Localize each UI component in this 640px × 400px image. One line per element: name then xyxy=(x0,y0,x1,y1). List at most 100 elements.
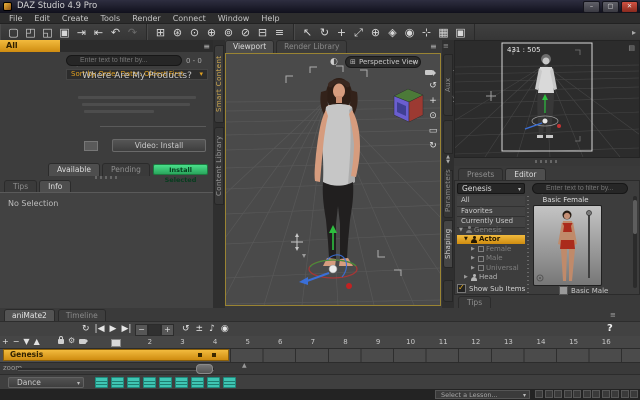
tree-item-genesis[interactable]: ▼ Genesis xyxy=(457,225,525,235)
frame-camera-icon[interactable]: ▭ xyxy=(429,127,438,136)
lesson-page-button[interactable] xyxy=(611,390,619,398)
maximize-button[interactable]: ▢ xyxy=(602,1,619,13)
delete-track-icon[interactable]: − xyxy=(13,337,20,347)
drawstyle-icon[interactable]: ◐ xyxy=(330,57,338,67)
tree-expand-icon[interactable]: ▼ xyxy=(464,236,469,242)
refresh-icon[interactable]: ↺ xyxy=(182,323,190,336)
aniblock[interactable] xyxy=(111,377,124,388)
tree-item-actor[interactable]: ▼ Actor xyxy=(457,234,525,244)
lesson-page-button[interactable] xyxy=(630,390,638,398)
tree-expand-icon[interactable]: ▼ xyxy=(459,227,464,233)
dock-splitter[interactable] xyxy=(454,158,640,166)
create-camera-icon[interactable]: ⊞ xyxy=(152,25,169,40)
add-track-icon[interactable]: + xyxy=(2,337,9,347)
tree-expand-icon[interactable]: ▶ xyxy=(471,246,476,252)
column-splitter[interactable] xyxy=(527,196,529,296)
lesson-page-button[interactable] xyxy=(573,390,581,398)
rotate-tool-icon[interactable]: ↻ xyxy=(316,25,333,40)
tab-all[interactable]: All xyxy=(0,40,60,52)
dock-tab-parameters[interactable]: Parameters xyxy=(443,169,453,218)
toolbar-overflow-icon[interactable]: ▸ xyxy=(632,28,640,37)
track-cells[interactable] xyxy=(230,349,640,362)
tree-item-male[interactable]: ▶ Male xyxy=(457,254,525,264)
current-frame-marker[interactable] xyxy=(111,339,121,347)
dock-tab-content-library[interactable]: Content Library xyxy=(214,127,224,205)
splitter-handle[interactable] xyxy=(95,176,119,179)
dock-tab-inactive[interactable] xyxy=(443,120,453,154)
zoom-slider-thumb[interactable] xyxy=(196,364,213,374)
menu-item[interactable]: Connect xyxy=(167,14,212,23)
audio-icon[interactable]: ♪ xyxy=(209,323,215,336)
filter-all[interactable]: All xyxy=(457,196,525,207)
pan-camera-icon[interactable]: + xyxy=(429,97,437,106)
tree-item-universal[interactable]: ▶ Universal xyxy=(457,263,525,273)
render-icon[interactable]: ▣ xyxy=(452,25,469,40)
create-distant-light-icon[interactable]: ⊕ xyxy=(203,25,220,40)
product-thumbnail[interactable] xyxy=(533,205,602,286)
show-sub-items-row[interactable]: Show Sub Items xyxy=(457,283,525,293)
show-sub-items-checkbox[interactable] xyxy=(457,283,466,293)
lesson-page-button[interactable] xyxy=(563,390,572,398)
active-pose-tool-icon[interactable]: ⊕ xyxy=(367,25,384,40)
menu-item[interactable]: Help xyxy=(255,14,285,23)
spot-render-tool-icon[interactable]: ◉ xyxy=(401,25,418,40)
node-selection-tool-icon[interactable]: ↖ xyxy=(299,25,316,40)
keyframe-icon[interactable]: ± xyxy=(196,323,204,336)
scale-tool-icon[interactable]: ⤢ xyxy=(350,25,367,40)
open-file-icon[interactable]: ◰ xyxy=(22,25,39,40)
redo-icon[interactable]: ↷ xyxy=(124,25,141,40)
aux-viewport[interactable]: 431 : 505 ▤ xyxy=(454,40,640,158)
create-spotlight-icon[interactable]: ⊛ xyxy=(169,25,186,40)
step-back-button[interactable]: |◀ xyxy=(95,323,105,336)
aux-options-icon[interactable]: ▤ xyxy=(628,44,635,52)
tree-expand-icon[interactable]: ▶ xyxy=(471,265,476,271)
lesson-page-button[interactable] xyxy=(554,390,562,398)
tabstrip-scroll-arrows[interactable]: ▲ ▼ xyxy=(443,155,453,165)
aniblock[interactable] xyxy=(143,377,156,388)
save-icon[interactable]: ▣ xyxy=(56,25,73,40)
menu-item[interactable]: Create xyxy=(56,14,95,23)
step-forward-button[interactable]: ▶| xyxy=(121,323,131,336)
create-group-icon[interactable]: ⊟ xyxy=(254,25,271,40)
dolly-camera-icon[interactable]: ⊙ xyxy=(429,112,437,121)
camera-icon[interactable] xyxy=(79,339,88,344)
collapse-arrow-icon[interactable]: ▲ xyxy=(242,362,247,369)
pane-menu-icon[interactable]: ≡ xyxy=(443,42,449,50)
search-input[interactable] xyxy=(66,55,182,66)
pane-menu-icon[interactable]: ≡ xyxy=(430,42,437,51)
translate-tool-icon[interactable]: + xyxy=(333,25,350,40)
create-null-icon[interactable]: ⊘ xyxy=(237,25,254,40)
filter-favorites[interactable]: Favorites xyxy=(457,206,525,217)
tree-item-female[interactable]: ▶ Female xyxy=(457,244,525,254)
dock-tab-aux-viewport[interactable]: Aux Viewport xyxy=(443,54,460,116)
tab-viewport[interactable]: Viewport xyxy=(225,40,275,53)
play-button[interactable]: ▶ xyxy=(110,323,117,336)
minimize-button[interactable]: – xyxy=(583,1,600,13)
close-button[interactable]: ✕ xyxy=(621,1,638,13)
move-track-up-icon[interactable]: ▲ xyxy=(34,337,40,347)
gear-icon[interactable]: ⚙ xyxy=(68,336,75,345)
viewport-pane[interactable]: ◐ ⊞ Perspective View ↺ + ⊙ ▭ ↻ xyxy=(225,53,441,306)
panel-menu-icon[interactable]: ≡ xyxy=(203,42,210,51)
view-selector[interactable]: ⊞ Perspective View xyxy=(345,56,421,69)
tab-pending[interactable]: Pending xyxy=(101,163,150,176)
aniblock[interactable] xyxy=(207,377,220,388)
track-option-dot[interactable] xyxy=(212,352,216,357)
tree-expand-icon[interactable]: ▶ xyxy=(471,255,476,261)
tab-available[interactable]: Available xyxy=(48,163,100,176)
loop-button[interactable]: ↻ xyxy=(82,323,90,336)
dock-tab-inactive[interactable] xyxy=(443,280,453,302)
lock-icon[interactable] xyxy=(58,336,64,344)
dock-tab-shaping[interactable]: Shaping xyxy=(443,220,453,268)
aniblock[interactable] xyxy=(95,377,108,388)
tree-item-head[interactable]: ▶ Head xyxy=(457,273,525,283)
aniblock-group-dropdown[interactable]: Dance xyxy=(8,377,84,389)
menu-item[interactable]: Render xyxy=(126,14,166,23)
menu-item[interactable]: Tools xyxy=(94,14,126,23)
figure-selector[interactable]: Genesis xyxy=(457,183,525,195)
pane-menu-icon[interactable]: ≡ xyxy=(610,311,616,319)
lesson-dropdown[interactable]: Select a Lesson... xyxy=(435,390,530,400)
product-row[interactable]: Basic Male xyxy=(559,286,608,295)
menu-item[interactable]: Edit xyxy=(28,14,56,23)
lesson-page-button[interactable] xyxy=(535,390,543,398)
